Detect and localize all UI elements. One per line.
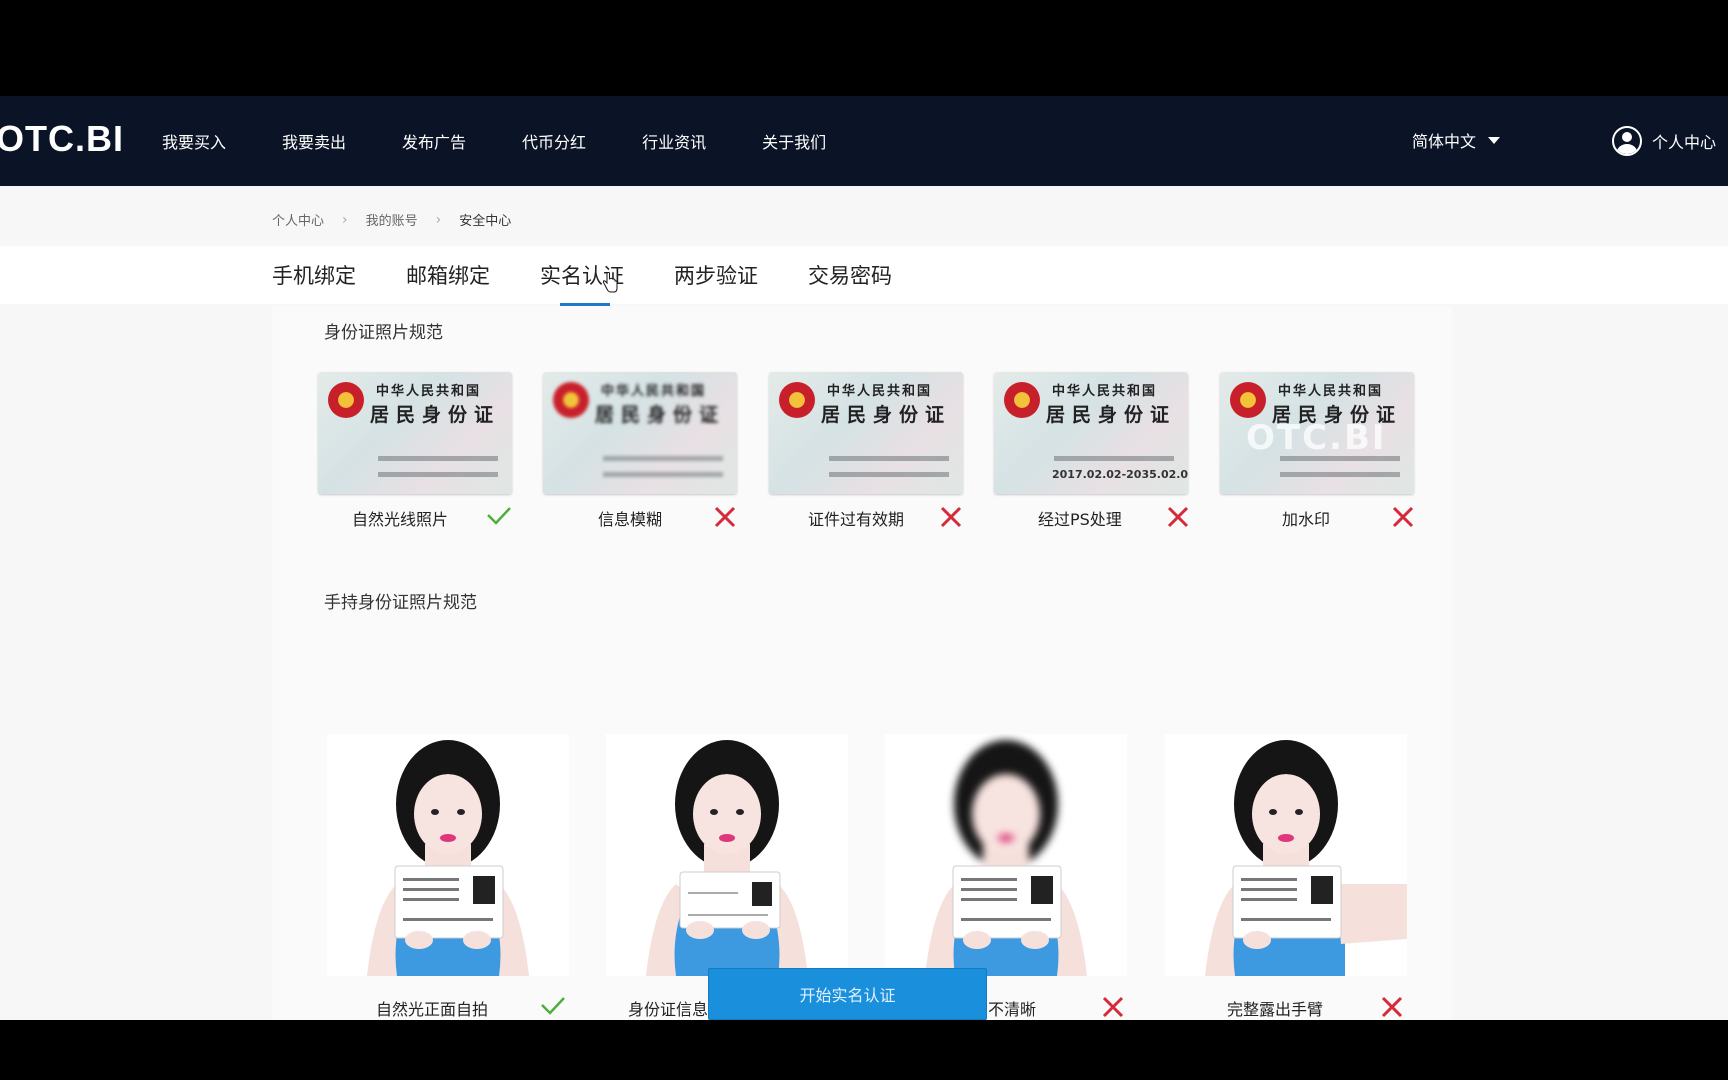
nav-about[interactable]: 关于我们 <box>762 129 826 153</box>
id-card-example-expired: 中华人民共和国 居民身份证 <box>769 372 963 494</box>
caption-natural-selfie: 自然光正面自拍 <box>376 1000 489 1019</box>
nav-token-dividend[interactable]: 代币分红 <box>522 129 586 153</box>
card-title-top: 中华人民共和国 <box>376 384 482 399</box>
check-icon <box>487 507 511 525</box>
app-window: OTC.BI 我要买入 我要卖出 发布广告 代币分红 行业资讯 关于我们 简体中… <box>0 96 1728 1020</box>
language-select[interactable]: 简体中文 <box>1412 128 1501 152</box>
nav-sell[interactable]: 我要卖出 <box>282 129 346 153</box>
id-card-example-photoshopped: 中华人民共和国 居民身份证 2017.02.02-2035.02.05 <box>994 372 1188 494</box>
cross-icon <box>1167 506 1189 528</box>
card-validity-text: 2017.02.02-2035.02.05 <box>1052 468 1188 481</box>
breadcrumb: 个人中心 › 我的账号 › 安全中心 <box>272 210 512 230</box>
national-emblem-icon <box>553 382 589 418</box>
chevron-right-icon: › <box>342 211 348 228</box>
user-avatar-icon <box>1612 126 1642 156</box>
hand-cursor-icon <box>602 272 618 293</box>
screen-frame: OTC.BI 我要买入 我要卖出 发布广告 代币分红 行业资讯 关于我们 简体中… <box>0 0 1728 1080</box>
caption-arm-exposed: 完整露出手臂 <box>1227 1000 1324 1019</box>
tab-trade-password[interactable]: 交易密码 <box>808 260 892 304</box>
handheld-example-natural <box>327 734 569 976</box>
caption-watermark: 加水印 <box>1282 510 1331 529</box>
card-title-main: 居民身份证 <box>1046 404 1177 426</box>
verification-content: 身份证照片规范 中华人民共和国 居民身份证 中华人民共和国 居民身份证 中华人民… <box>272 306 1452 1020</box>
national-emblem-icon <box>328 382 364 418</box>
user-center-link[interactable]: 个人中心 <box>1612 126 1716 156</box>
card-title-main: 居民身份证 <box>595 404 726 426</box>
handheld-example-arm-visible <box>1165 734 1407 976</box>
nav-news[interactable]: 行业资讯 <box>642 129 706 153</box>
caption-expired: 证件过有效期 <box>808 510 905 529</box>
id-photo-rules-title: 身份证照片规范 <box>324 323 443 343</box>
card-title-main: 居民身份证 <box>821 404 952 426</box>
chevron-right-icon: › <box>435 211 442 228</box>
nav-post-ad[interactable]: 发布广告 <box>402 129 466 153</box>
id-card-example-natural: 中华人民共和国 居民身份证 <box>318 372 512 494</box>
cross-icon <box>1102 996 1124 1018</box>
card-text-line <box>829 472 949 477</box>
caption-blurry-info: 信息模糊 <box>598 510 663 529</box>
card-title-top: 中华人民共和国 <box>1278 384 1384 399</box>
card-text-line <box>378 456 498 461</box>
language-label: 简体中文 <box>1412 132 1477 151</box>
card-text-line <box>1280 472 1400 477</box>
card-title-top: 中华人民共和国 <box>827 384 933 399</box>
main-nav: 我要买入 我要卖出 发布广告 代币分红 行业资讯 关于我们 <box>162 96 882 186</box>
caption-photoshopped: 经过PS处理 <box>1038 510 1122 529</box>
cross-icon <box>1381 996 1403 1018</box>
card-text-line <box>829 456 949 461</box>
id-card-example-blurry: 中华人民共和国 居民身份证 <box>543 372 737 494</box>
handheld-photo-rules-title: 手持身份证照片规范 <box>324 593 477 613</box>
handheld-example-blurry-card <box>606 734 848 976</box>
card-text-line <box>603 472 723 477</box>
cross-icon <box>940 506 962 528</box>
breadcrumb-my-account[interactable]: 我的账号 <box>366 210 418 229</box>
tab-email-binding[interactable]: 邮箱绑定 <box>406 260 490 304</box>
top-navbar: OTC.BI 我要买入 我要卖出 发布广告 代币分红 行业资讯 关于我们 简体中… <box>0 96 1728 186</box>
cross-icon <box>1392 506 1414 528</box>
security-tabs-bar: 手机绑定 邮箱绑定 实名认证 两步验证 交易密码 <box>0 246 1728 306</box>
card-text-line <box>1280 456 1400 461</box>
handheld-example-blurry-face <box>885 734 1127 976</box>
card-title-main: 居民身份证 <box>370 404 501 426</box>
check-icon <box>541 997 565 1015</box>
caret-down-icon <box>1488 136 1501 144</box>
breadcrumb-security-center: 安全中心 <box>459 214 512 229</box>
caption-natural-light: 自然光线照片 <box>352 510 449 529</box>
card-text-line <box>603 456 723 461</box>
card-title-top: 中华人民共和国 <box>1052 384 1158 399</box>
cross-icon <box>714 506 736 528</box>
tab-two-step-verification[interactable]: 两步验证 <box>674 260 758 304</box>
card-text-line <box>378 472 498 477</box>
start-verification-button[interactable]: 开始实名认证 <box>708 968 987 1020</box>
user-center-label: 个人中心 <box>1652 133 1717 152</box>
national-emblem-icon <box>779 382 815 418</box>
card-text-line <box>1054 456 1174 461</box>
tab-phone-binding[interactable]: 手机绑定 <box>272 260 356 304</box>
nav-buy[interactable]: 我要买入 <box>162 129 226 153</box>
site-logo[interactable]: OTC.BI <box>0 118 124 160</box>
card-watermark: OTC.BI <box>1246 418 1387 458</box>
national-emblem-icon <box>1230 382 1266 418</box>
id-card-example-watermark: 中华人民共和国 居民身份证 OTC.BI <box>1220 372 1414 494</box>
national-emblem-icon <box>1004 382 1040 418</box>
breadcrumb-user-center[interactable]: 个人中心 <box>272 210 324 229</box>
card-title-top: 中华人民共和国 <box>601 384 707 399</box>
